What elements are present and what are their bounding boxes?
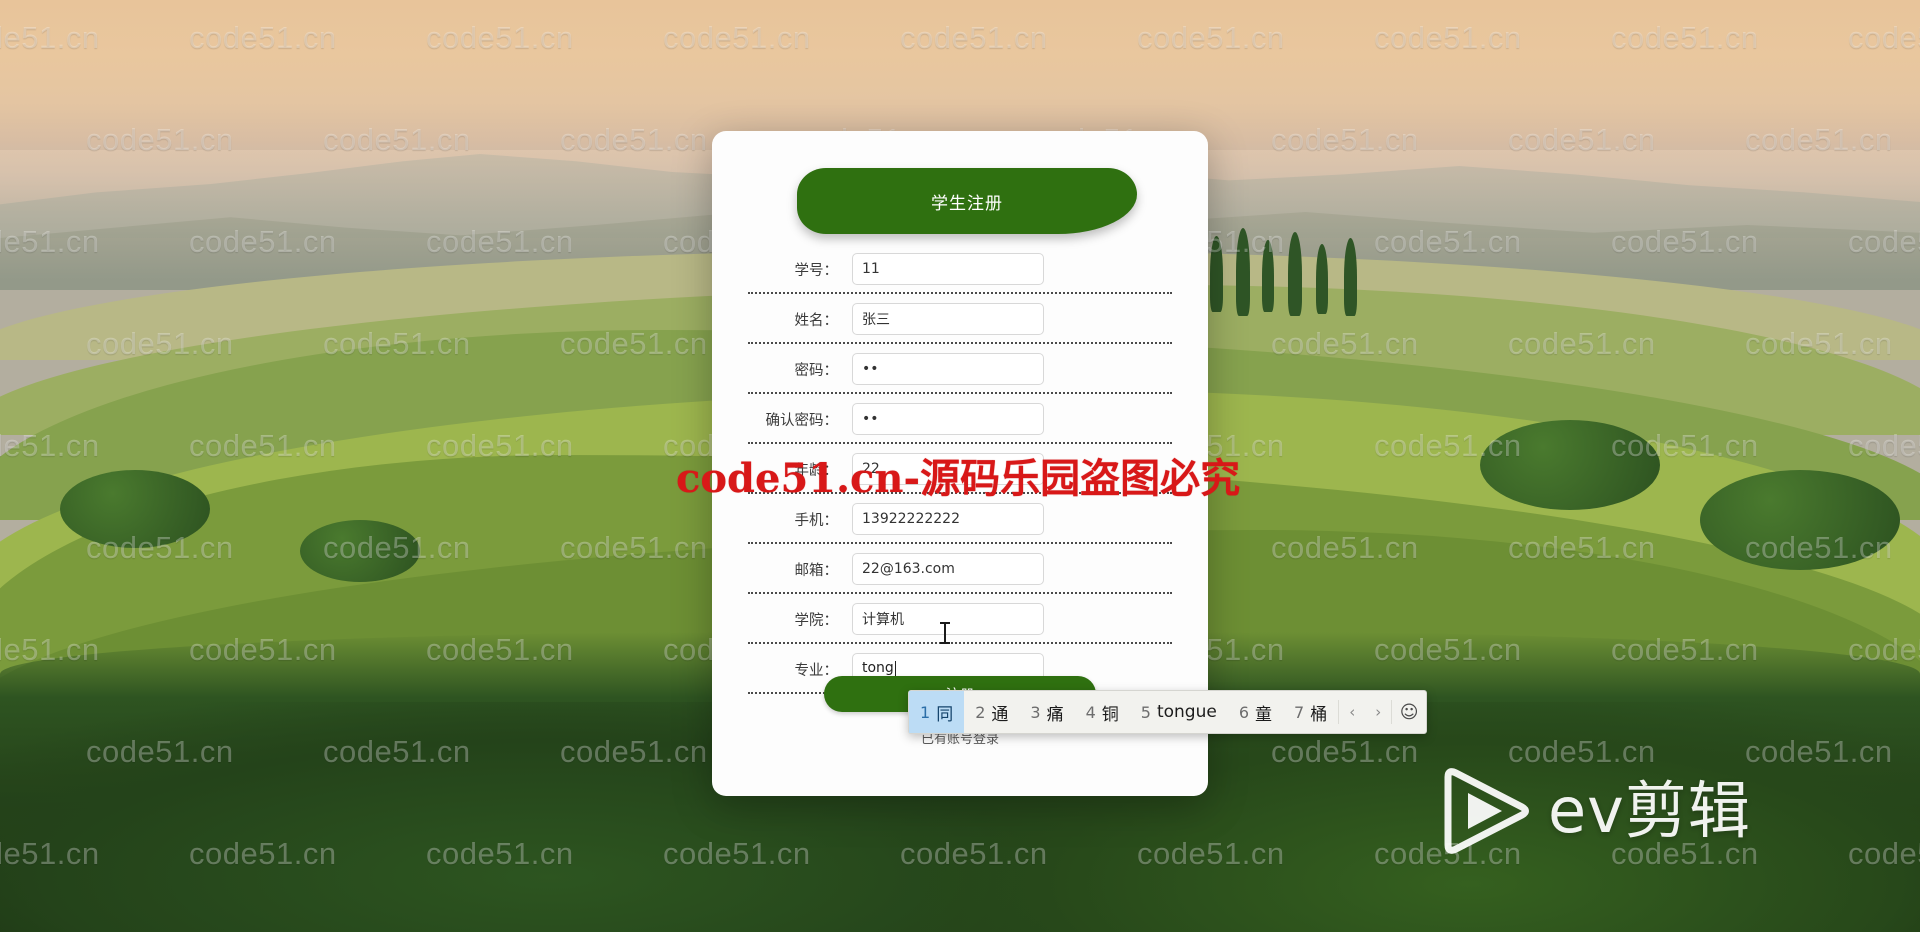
ime-candidate-5[interactable]: 5 tongue xyxy=(1130,691,1228,733)
field-label-student-name: 姓名： xyxy=(794,312,839,329)
tree-cluster xyxy=(300,520,420,582)
ime-candidate-word: 童 xyxy=(1255,704,1272,725)
ime-candidate-number: 7 xyxy=(1294,702,1305,722)
form-row-password: 密码： xyxy=(712,344,1208,394)
ime-candidate-word: 通 xyxy=(991,704,1009,725)
tree-cluster xyxy=(1480,420,1660,510)
ime-candidate-number: 5 xyxy=(1140,702,1151,722)
input-student-name[interactable] xyxy=(852,303,1044,335)
ime-candidate-3[interactable]: 3痛 xyxy=(1019,691,1074,733)
cypress-tree xyxy=(1316,244,1328,314)
registration-form: 学号：姓名：密码：确认密码：年龄：手机：邮箱：学院：专业：tong xyxy=(712,244,1208,694)
field-label-college: 学院： xyxy=(794,612,839,629)
field-label-phone: 手机： xyxy=(794,512,839,529)
form-row-student-id: 学号： xyxy=(712,244,1208,294)
cypress-tree xyxy=(1236,228,1250,316)
ime-candidate-number: 4 xyxy=(1085,702,1096,722)
ime-candidate-word: tongue xyxy=(1156,702,1217,722)
ime-candidate-number: 1 xyxy=(920,702,931,722)
input-email[interactable] xyxy=(852,553,1044,585)
tree-cluster xyxy=(1700,470,1900,570)
ime-candidate-4[interactable]: 4铜 xyxy=(1075,691,1130,733)
ime-next-page-icon[interactable]: › xyxy=(1365,691,1391,733)
form-row-age: 年龄： xyxy=(712,444,1208,494)
cypress-tree xyxy=(1288,232,1302,316)
card-header-banner: 学生注册 xyxy=(797,168,1137,234)
text-caret xyxy=(894,660,896,678)
form-row-phone: 手机： xyxy=(712,494,1208,544)
ime-candidate-number: 6 xyxy=(1238,702,1249,722)
ime-candidate-6[interactable]: 6童 xyxy=(1228,691,1283,733)
page-title: 学生注册 xyxy=(931,193,1003,214)
ime-candidate-7[interactable]: 7桶 xyxy=(1283,691,1338,733)
ime-prev-page-icon[interactable]: ‹ xyxy=(1339,691,1365,733)
ime-candidate-word: 痛 xyxy=(1046,704,1064,725)
ime-candidate-2[interactable]: 2通 xyxy=(964,691,1019,733)
form-row-college: 学院： xyxy=(712,594,1208,644)
ime-candidate-word: 铜 xyxy=(1101,704,1119,725)
form-row-confirm-password: 确认密码： xyxy=(712,394,1208,444)
field-label-password: 密码： xyxy=(794,362,839,379)
form-row-email: 邮箱： xyxy=(712,544,1208,594)
ime-candidate-word: 同 xyxy=(936,704,954,725)
field-label-email: 邮箱： xyxy=(794,562,839,579)
cypress-tree xyxy=(1344,238,1357,316)
ime-emoji-icon[interactable]: ☺ xyxy=(1392,691,1426,733)
ime-candidate-word: 桶 xyxy=(1310,704,1328,725)
tree-cluster xyxy=(60,470,210,548)
field-label-confirm-password: 确认密码： xyxy=(765,412,839,429)
ime-candidate-1[interactable]: 1同 xyxy=(909,691,965,733)
input-confirm-password[interactable] xyxy=(852,403,1044,435)
field-label-age: 年龄： xyxy=(794,462,839,479)
cypress-tree xyxy=(1262,240,1274,312)
input-student-id[interactable] xyxy=(852,253,1044,285)
input-password[interactable] xyxy=(852,353,1044,385)
ime-candidate-bar[interactable]: 1 同 2 通 3 痛 4 铜 5 tongue 6 童 7 桶 ‹ › ☺ xyxy=(908,690,1428,734)
field-label-student-id: 学号： xyxy=(794,262,839,279)
input-age[interactable] xyxy=(852,453,1044,485)
form-row-student-name: 姓名： xyxy=(712,294,1208,344)
ime-candidate-number: 3 xyxy=(1030,702,1041,722)
input-college[interactable] xyxy=(852,603,1044,635)
input-phone[interactable] xyxy=(852,503,1044,535)
cypress-tree xyxy=(1210,236,1223,312)
ime-candidate-number: 2 xyxy=(975,702,986,722)
